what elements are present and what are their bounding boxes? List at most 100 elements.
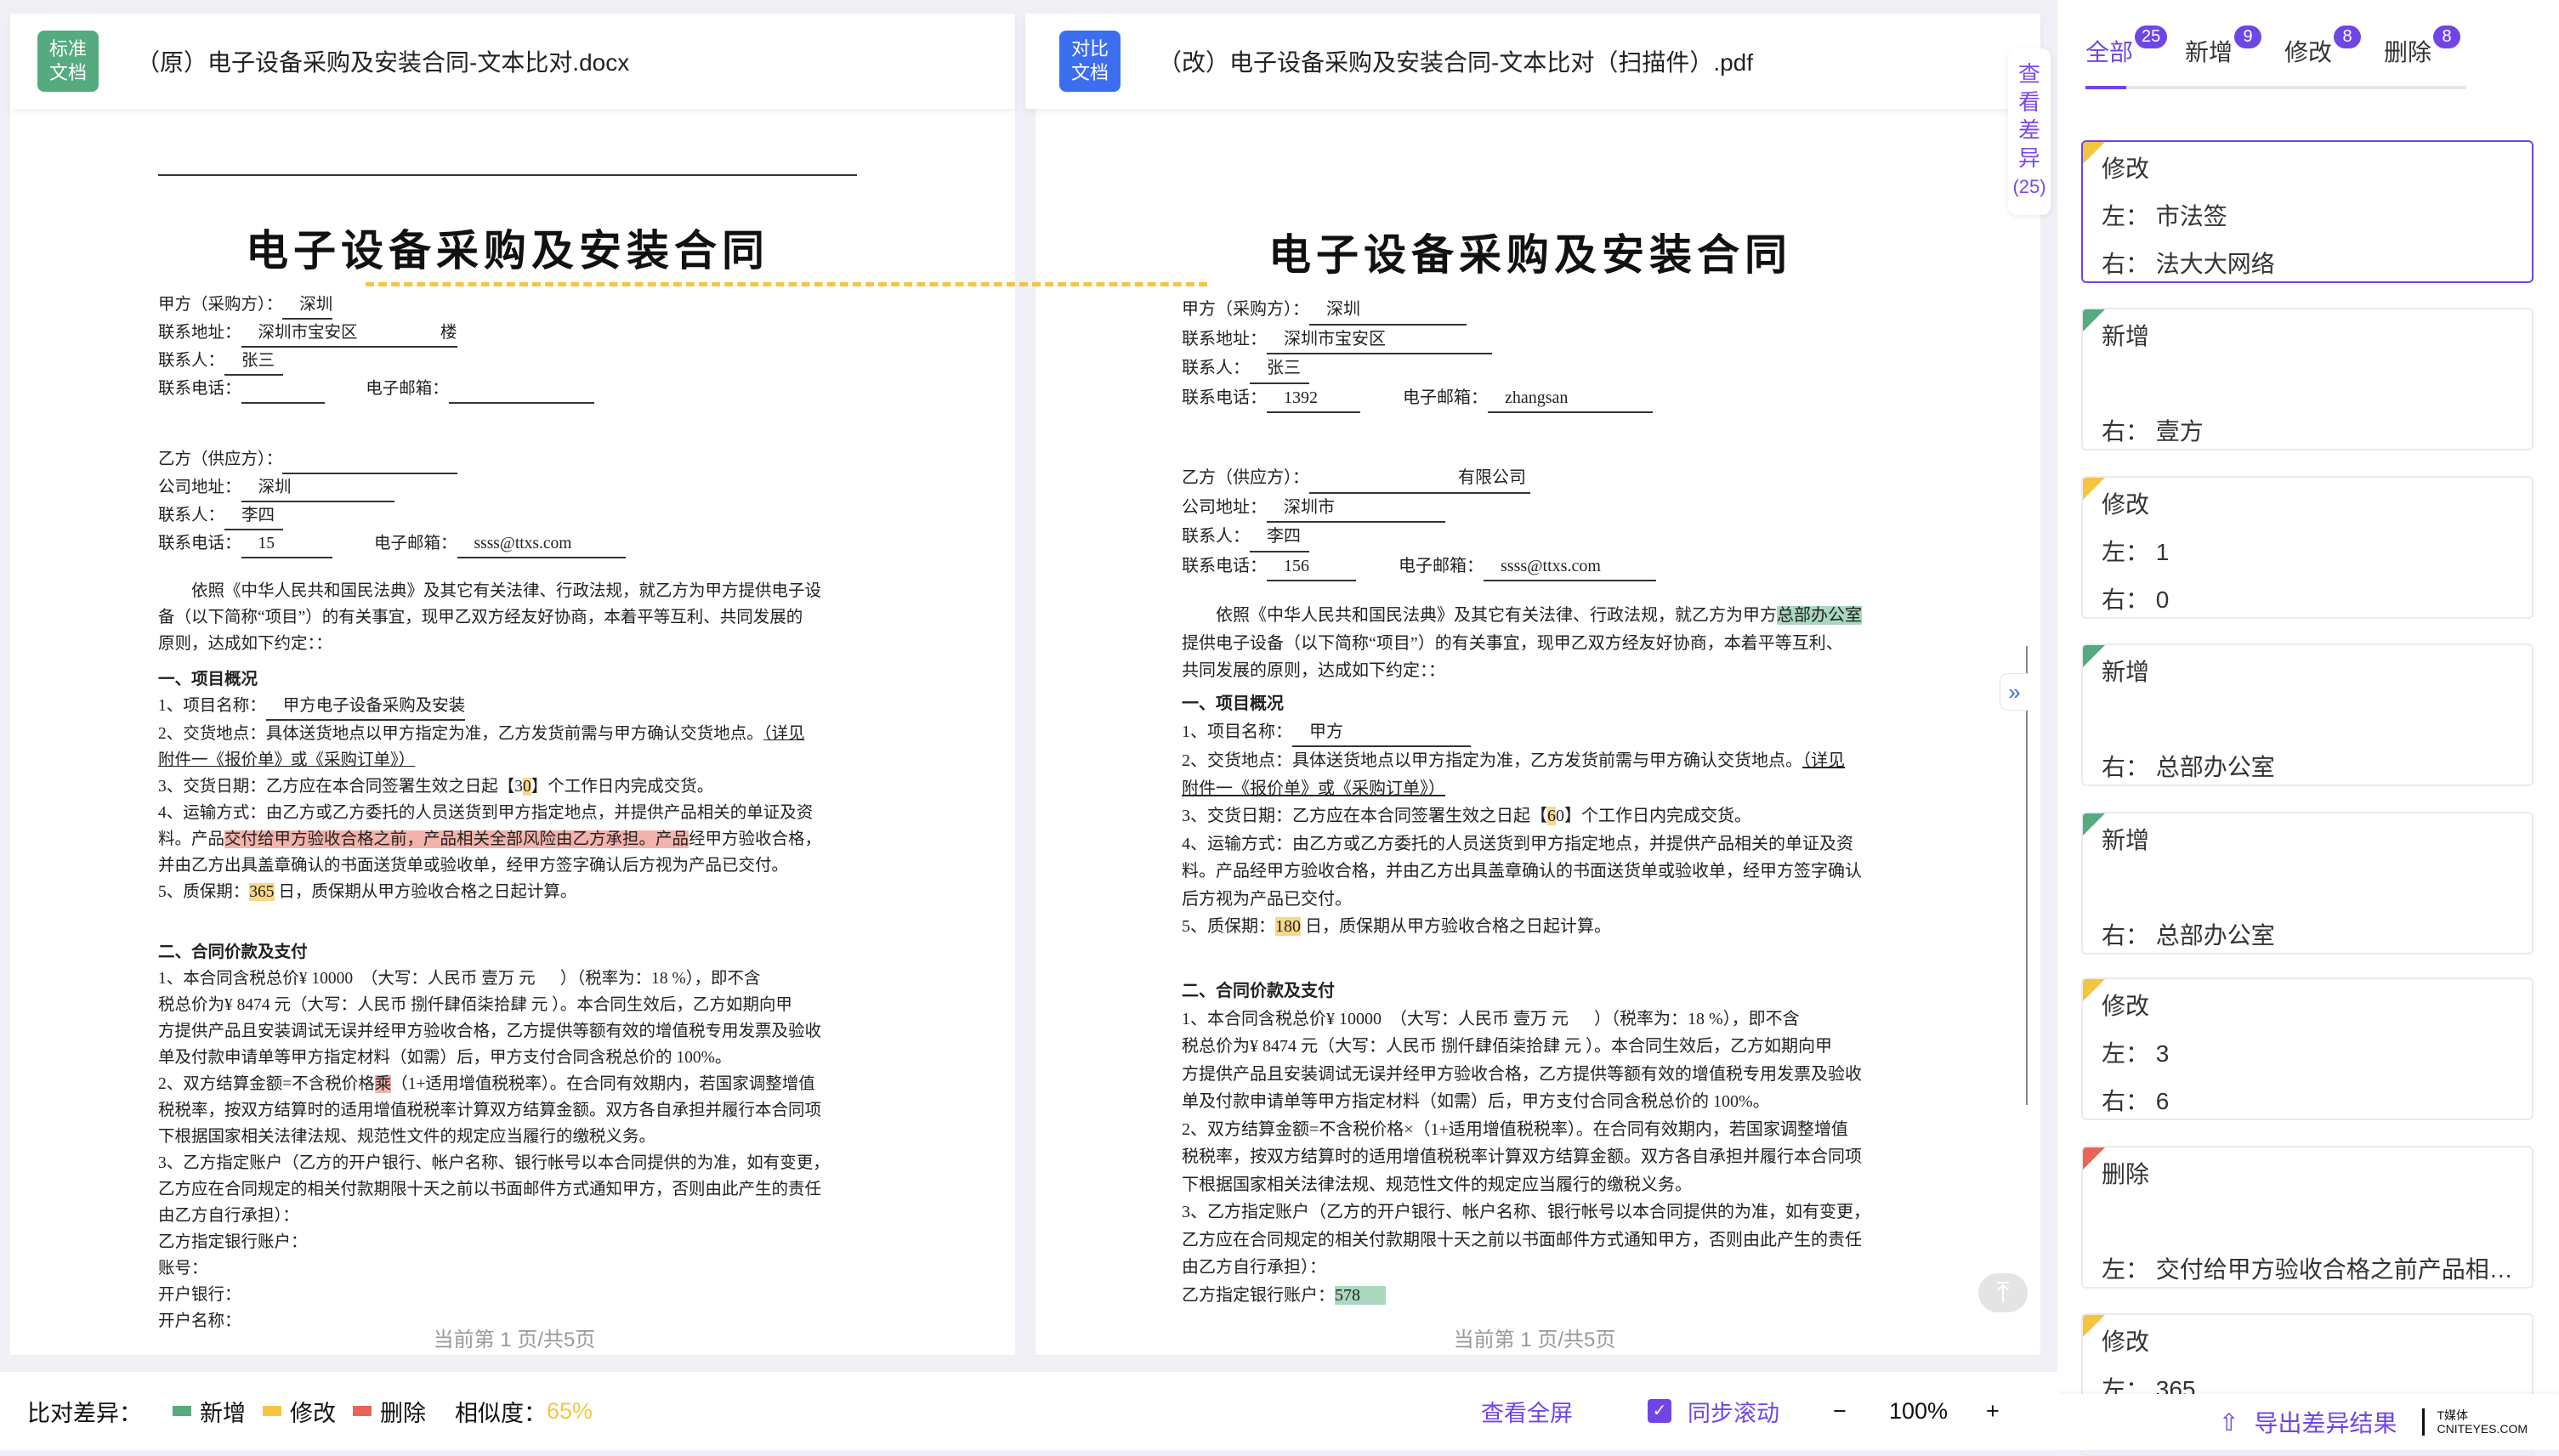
- added-color-swatch: [173, 1406, 191, 1416]
- document-title: 电子设备采购及安装合同: [246, 227, 769, 275]
- added-text-highlight[interactable]: 总部办公室: [1777, 606, 1862, 625]
- diff-card-deleted[interactable]: 删除 左： 交付给甲方验收合格之前产品相关...: [2081, 1146, 2533, 1289]
- tab-underline: [2085, 86, 2466, 89]
- form-field-value: 有限公司: [1309, 464, 1530, 494]
- form-field-value: 李四: [1250, 523, 1309, 552]
- diff-sidebar: 全部 25 新增 9 修改 8 删除 8 修改 左： 市法签 右： 法大大网络 新增 右…: [2057, 0, 2559, 1456]
- added-text-highlight[interactable]: 578: [1335, 1285, 1386, 1305]
- text-segment: 】个工作日内完成交货。: [531, 778, 714, 796]
- text-segment: 日，质保期从甲方验收合格之日起计算。: [1301, 917, 1611, 936]
- text-segment: 联系人：: [1182, 527, 1250, 546]
- text-line: 甲方（采购方）： 深圳: [1182, 296, 1653, 326]
- text-line: 甲方（采购方）： 深圳: [158, 292, 594, 320]
- diff-card-added[interactable]: 新增 右： 总部办公室: [2081, 812, 2533, 955]
- expand-sidebar-button[interactable]: »: [2000, 673, 2028, 711]
- modified-color-swatch: [263, 1406, 281, 1416]
- modified-text-highlight[interactable]: 6: [1547, 807, 1556, 825]
- diff-type-label: 新增: [2102, 659, 2150, 685]
- form-field-value: [241, 376, 325, 404]
- diff-type-label: 修改: [2102, 156, 2150, 182]
- text-line: 3、乙方指定账户（乙方的开户银行、帐户名称、银行帐号以本合同提供的为准，如有变更…: [158, 1150, 830, 1176]
- section-project-overview: 一、项目概况 1、项目名称： 甲方 2、交货地点：具体送货地点以甲方指定为准，乙方发…: [1182, 690, 1862, 941]
- zoom-in-button[interactable]: +: [1986, 1398, 2000, 1425]
- deleted-text-highlight[interactable]: 交付给甲方验收合格之前，产品相关全部风险由乙方承担。产品: [224, 830, 689, 848]
- text-segment: 乙方应在合同规定的相关付款期限十天之前以书面邮件方式通知甲方，否则由此产生的责任: [158, 1181, 822, 1198]
- text-segment: 由乙方自行承担）：: [158, 1207, 299, 1225]
- text-line: 联系人： 李四: [1182, 523, 1656, 552]
- diff-legend-label: 比对差异：: [27, 1400, 142, 1426]
- compared-file-name: （改）电子设备采购及安装合同-文本比对（扫描件）.pdf: [1158, 49, 1754, 76]
- standard-doc-badge: 标准文档: [37, 31, 99, 92]
- diff-card-modified[interactable]: 修改 左： 1 右： 0: [2081, 476, 2533, 619]
- text-segment: 经甲方验收合格，: [689, 830, 822, 848]
- export-diff-button[interactable]: ⇧ 导出差异结果: [2219, 1405, 2397, 1439]
- text-line: 乙方指定银行账户：578: [1182, 1282, 1870, 1310]
- form-field-value: 甲方: [1292, 718, 1471, 747]
- diff-link-line: [366, 282, 1207, 286]
- diff-card-modified[interactable]: 修改 左： 市法签 右： 法大大网络: [2081, 140, 2533, 283]
- tab-modified[interactable]: 修改 8: [2284, 25, 2384, 68]
- tab-all[interactable]: 全部 25: [2085, 25, 2185, 68]
- back-to-top-button[interactable]: ⤒: [1978, 1273, 2028, 1312]
- diff-type-label: 删除: [2102, 1161, 2150, 1187]
- tab-added[interactable]: 新增 9: [2185, 25, 2284, 68]
- sync-scroll-checkbox[interactable]: ✓: [1648, 1399, 1671, 1423]
- diff-card-added[interactable]: 新增 右： 壹方: [2081, 308, 2533, 450]
- text-line: 提供电子设备（以下简称“项目”）的有关事宜，现甲乙双方经友好协商，本着平等互利、: [1182, 630, 1862, 658]
- original-document-page[interactable]: 电子设备采购及安装合同 甲方（采购方）： 深圳 联系地址： 深圳市宝安区 楼联系人：张…: [158, 127, 889, 1351]
- text-segment: 开户名称：: [158, 1312, 241, 1330]
- diff-card-modified[interactable]: 修改 左： 3 右： 6: [2081, 977, 2533, 1120]
- text-segment: 联系人：: [1182, 359, 1250, 377]
- modified-text-highlight[interactable]: 0: [523, 778, 531, 796]
- text-line: 税税率，按双方结算时的适用增值税税率计算双方结算金额。双方各自承担并履行本合同项: [1182, 1143, 1870, 1171]
- text-segment: 税总价为¥ 8474 元（大写：人民币 捌仟肆佰柒拾肆 元 ）。本合同生效后，乙…: [1182, 1037, 1832, 1056]
- diff-left-text: 左： 市法签: [2102, 203, 2227, 229]
- similarity-label: 相似度：: [455, 1400, 547, 1426]
- text-segment: 3、乙方指定账户（乙方的开户银行、帐户名称、银行帐号以本合同提供的为准，如有变更…: [1182, 1203, 1870, 1221]
- diff-card-added[interactable]: 新增 右： 总部办公室: [2081, 643, 2533, 786]
- text-line: 料。产品经甲方验收合格，并由乙方出具盖章确认的书面送货单或验收单，经甲方签字确认: [1182, 858, 1862, 886]
- form-field-value: 15: [241, 530, 333, 558]
- modified-text-highlight[interactable]: 180: [1275, 917, 1301, 936]
- scroll-divider: [2026, 646, 2028, 1105]
- text-segment: 公司地址：: [1182, 497, 1267, 517]
- text-line: 方提供产品且安装调试无误并经甲方验收合格，乙方提供等额有效的增值税专用发票及验收: [1182, 1061, 1870, 1089]
- text-line: 税总价为¥ 8474 元（大写：人民币 捌仟肆佰柒拾肆 元 ）。本合同生效后，乙…: [158, 992, 830, 1018]
- text-line: 备（以下简称“项目”）的有关事宜，现甲乙双方经友好协商，本着平等互利、共同发展的: [158, 604, 821, 631]
- deleted-color-swatch: [353, 1406, 372, 1416]
- text-segment: 备（以下简称“项目”）的有关事宜，现甲乙双方经友好协商，本着平等互利、共同发展的: [158, 609, 803, 626]
- text-line: 一、项目概况: [158, 666, 821, 693]
- form-field-value: 深圳: [1309, 296, 1467, 326]
- form-field-value: 张三: [1250, 354, 1309, 384]
- document-title: 电子设备采购及安装合同: [1268, 231, 1792, 279]
- sync-scroll-label[interactable]: 同步滚动: [1688, 1395, 1779, 1428]
- modified-text-highlight[interactable]: 365: [249, 883, 275, 901]
- text-line: 联系人： 张三: [1182, 354, 1653, 384]
- upload-icon: ⇧: [2219, 1408, 2239, 1436]
- text-line: 依照《中华人民共和国民法典》及其它有关法律、行政法规，就乙方为甲方总部办公室: [1182, 602, 1862, 630]
- tab-deleted[interactable]: 删除 8: [2384, 25, 2483, 68]
- text-segment: 电子邮箱：: [1360, 388, 1488, 407]
- form-field-value: [448, 376, 594, 404]
- text-segment: 依照《中华人民共和国民法典》及其它有关法律、行政法规，就乙方为甲方提供电子设: [158, 582, 822, 600]
- text-line: 乙方（供应方）： 有限公司: [1182, 464, 1656, 494]
- text-line: 联系电话： 1392 电子邮箱： zhangsan: [1182, 384, 1654, 413]
- form-field-value: zhangsan: [1488, 384, 1654, 413]
- fullscreen-button[interactable]: 查看全屏: [1481, 1395, 1573, 1428]
- original-file-name: （原）电子设备采购及安装合同-文本比对.docx: [136, 49, 630, 76]
- text-line: 开户银行：: [158, 1282, 830, 1308]
- count-badge: 25: [2135, 25, 2168, 48]
- text-line: 2、双方结算金额=不含税价格乘（1+适用增值税税率）。在合同有效期内，若国家调整…: [158, 1071, 830, 1097]
- zoom-out-button[interactable]: −: [1833, 1398, 1847, 1425]
- text-segment: 附件一《报价单》或《采购订单》）: [1182, 779, 1445, 798]
- text-segment: 提供电子设备（以下简称“项目”）的有关事宜，现甲乙双方经友好协商，本着平等互利、: [1182, 633, 1843, 653]
- text-line: 共同发展的原则，达成如下约定：：: [1182, 657, 1862, 685]
- text-segment: （详见: [763, 725, 805, 743]
- form-field-value: 深圳: [282, 292, 333, 320]
- deleted-text-highlight[interactable]: 乘: [374, 1075, 392, 1093]
- watermark-logo: T媒体 CNITEYES.COM: [2422, 1408, 2528, 1436]
- view-diff-tab[interactable]: 查看差异 (25): [2008, 48, 2051, 215]
- compared-page-indicator: 当前第 1 页/共5页: [1453, 1329, 1616, 1351]
- original-page-indicator: 当前第 1 页/共5页: [433, 1329, 596, 1351]
- compared-document-page[interactable]: 电子设备采购及安装合同 甲方（采购方）： 深圳 联系地址： 深圳市宝安区 联系人：张…: [1182, 127, 1879, 1309]
